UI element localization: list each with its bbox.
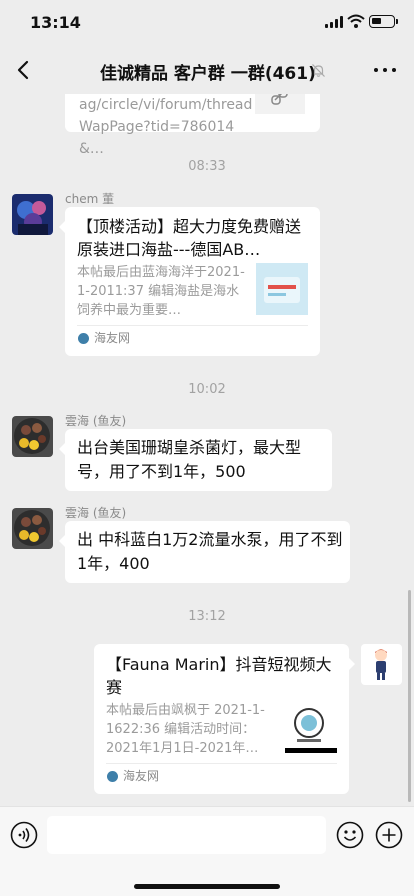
home-indicator[interactable] xyxy=(134,884,280,889)
avatar-chem[interactable] xyxy=(12,194,53,235)
timestamp: 13:12 xyxy=(188,609,226,624)
chat-area[interactable]: ag/circle/vi/forum/threadWapPage?tid=786… xyxy=(0,94,414,806)
sender-name: 雲海 (鱼友) xyxy=(65,414,127,428)
source-logo-icon xyxy=(107,771,118,782)
sender-name: 雲海 (鱼友) xyxy=(65,506,127,520)
message-text: 出台美国珊瑚皇杀菌灯，最大型号，用了不到1年，500 xyxy=(77,438,302,481)
text-message[interactable]: 出台美国珊瑚皇杀菌灯，最大型号，用了不到1年，500 xyxy=(59,429,332,491)
back-arrow-icon[interactable] xyxy=(14,58,36,82)
link-card-thumbnail xyxy=(285,701,337,753)
nav-bar: 佳诚精品 客户群 一群(461) xyxy=(0,46,414,94)
avatar-yunhai[interactable] xyxy=(12,416,53,457)
message-text: 出 中科蓝白1万2流量水泵，用了不到1年，400 xyxy=(77,530,343,573)
link-card-description: 本帖最后由蓝海海洋于2021-1-2011:37 编辑海盐是海水饲养中最为重要… xyxy=(77,265,245,318)
card-divider xyxy=(106,763,337,764)
partial-link-card[interactable]: ag/circle/vi/forum/threadWapPage?tid=786… xyxy=(65,94,320,157)
emoji-icon[interactable] xyxy=(336,821,364,849)
chat-scrollbar[interactable] xyxy=(408,590,411,802)
link-icon xyxy=(271,94,288,105)
link-card-source: 海友网 xyxy=(123,769,160,783)
timestamp: 10:02 xyxy=(188,382,226,397)
input-bar xyxy=(0,806,414,896)
source-logo-icon xyxy=(78,333,89,344)
avatar-self[interactable] xyxy=(361,644,402,685)
battery-icon xyxy=(369,15,398,28)
link-card-source: 海友网 xyxy=(94,331,131,345)
link-card-title: 【顶楼活动】超大力度免费赠送原装进口海盐---德国AB… xyxy=(77,217,302,259)
link-card-thumbnail xyxy=(256,263,308,315)
timestamp: 08:33 xyxy=(188,159,226,174)
chat-title: 佳诚精品 客户群 一群(461) xyxy=(100,64,316,84)
plus-icon[interactable] xyxy=(375,821,403,849)
link-card[interactable]: 【Fauna Marin】抖音短视频大赛 本帖最后由飒枫于 2021-1-162… xyxy=(94,644,355,794)
avatar-yunhai[interactable] xyxy=(12,508,53,549)
message-input[interactable] xyxy=(47,816,326,854)
status-time: 13:14 xyxy=(30,13,81,32)
card-divider xyxy=(77,325,308,326)
partial-card-url: ag/circle/vi/forum/threadWapPage?tid=786… xyxy=(79,97,253,157)
mute-bell-icon xyxy=(312,64,325,77)
link-card-description: 本帖最后由飒枫于 2021-1-1622:36 编辑活动时间：2021年1月1日… xyxy=(106,703,265,756)
status-bar: 13:14 xyxy=(0,0,414,46)
text-message[interactable]: 出 中科蓝白1万2流量水泵，用了不到1年，400 xyxy=(59,521,350,583)
wifi-icon xyxy=(347,14,365,28)
more-dots-icon[interactable] xyxy=(374,66,396,74)
sender-name: chem 董 xyxy=(65,192,115,206)
voice-icon[interactable] xyxy=(10,821,38,849)
partial-card-thumbnail xyxy=(255,94,305,114)
signal-icon xyxy=(325,16,343,28)
link-card-title: 【Fauna Marin】抖音短视频大赛 xyxy=(106,655,332,697)
link-card[interactable]: 【顶楼活动】超大力度免费赠送原装进口海盐---德国AB… 本帖最后由蓝海海洋于2… xyxy=(59,207,320,356)
